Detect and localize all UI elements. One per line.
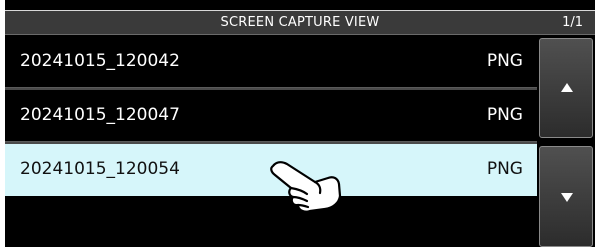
file-row[interactable]: 20241015_120042 PNG	[5, 36, 537, 88]
pointing-hand-icon	[270, 161, 342, 213]
file-row[interactable]: 20241015_120047 PNG	[5, 90, 537, 142]
scroll-down-button[interactable]	[539, 146, 593, 247]
file-type: PNG	[486, 51, 523, 71]
page-title: SCREEN CAPTURE VIEW	[220, 15, 380, 30]
file-type: PNG	[486, 159, 523, 179]
screen-capture-view-screen: SCREEN CAPTURE VIEW 1/1 20241015_120042 …	[5, 0, 595, 247]
file-name: 20241015_120047	[20, 105, 180, 125]
scroll-up-button[interactable]	[539, 38, 593, 138]
triangle-down-icon	[561, 193, 573, 202]
file-name: 20241015_120054	[20, 159, 180, 179]
triangle-up-icon	[561, 83, 573, 92]
page-indicator: 1/1	[562, 15, 583, 30]
file-list: 20241015_120042 PNG 20241015_120047 PNG …	[5, 36, 537, 247]
file-name: 20241015_120042	[20, 51, 180, 71]
title-bar: SCREEN CAPTURE VIEW 1/1	[5, 10, 595, 35]
file-type: PNG	[486, 105, 523, 125]
